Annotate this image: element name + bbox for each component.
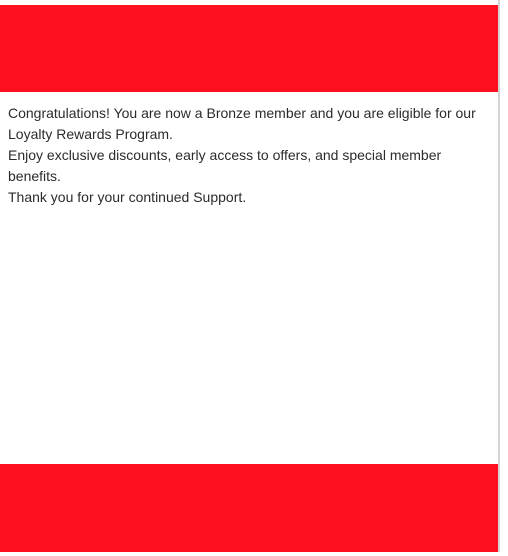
message-line-thanks: Thank you for your continued Support. — [8, 189, 247, 205]
message-body: Congratulations! You are now a Bronze me… — [8, 103, 492, 208]
message-line-benefits: Enjoy exclusive discounts, early access … — [8, 147, 442, 184]
footer-banner — [0, 464, 498, 552]
header-banner — [0, 5, 498, 92]
message-line-congratulations: Congratulations! You are now a Bronze me… — [8, 105, 476, 142]
notification-panel: Congratulations! You are now a Bronze me… — [0, 0, 500, 552]
